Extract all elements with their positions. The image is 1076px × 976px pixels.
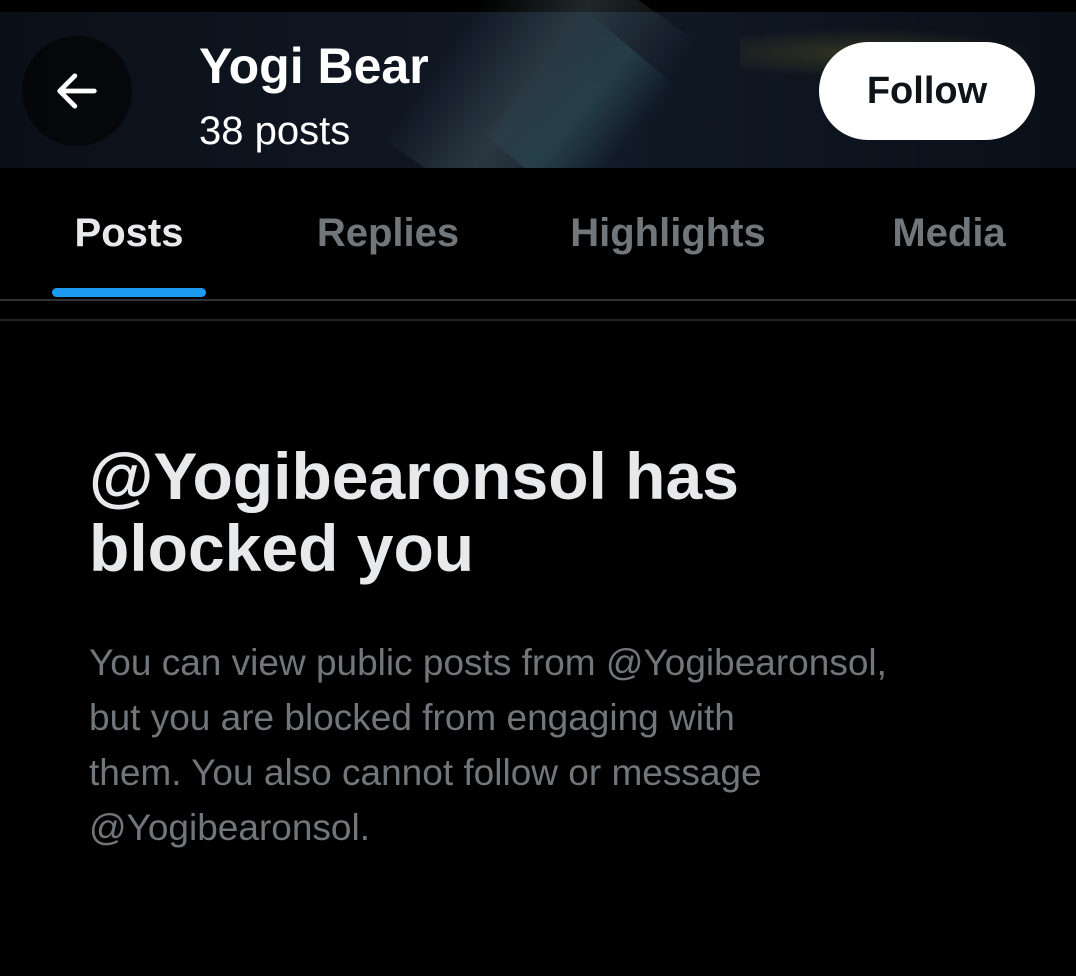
post-count: 38 posts xyxy=(199,109,351,153)
blocked-title: @Yogibearonsol has blocked you xyxy=(89,440,989,584)
tab-highlights[interactable]: Highlights xyxy=(560,168,776,299)
back-button[interactable] xyxy=(22,36,132,146)
profile-header: Yogi Bear 38 posts Follow xyxy=(0,0,1076,168)
blocked-description: You can view public posts from @Yogibear… xyxy=(89,635,1039,855)
profile-tabs: Posts Replies Highlights Media xyxy=(0,168,1076,301)
tab-media[interactable]: Media xyxy=(872,168,1026,299)
blocked-body-line4: @Yogibearonsol. xyxy=(89,807,371,848)
arrow-left-icon xyxy=(57,73,97,109)
blocked-title-line2: blocked you xyxy=(89,511,475,585)
blocked-body-line3: them. You also cannot follow or message xyxy=(89,752,762,793)
profile-name: Yogi Bear xyxy=(199,38,429,94)
blocked-body-line2: but you are blocked from engaging with xyxy=(89,697,735,738)
tab-replies[interactable]: Replies xyxy=(300,168,476,299)
profile-screen: Yogi Bear 38 posts Follow Posts Replies … xyxy=(0,0,1076,976)
tab-posts[interactable]: Posts xyxy=(52,168,206,299)
blocked-title-line1: @Yogibearonsol has xyxy=(89,439,739,513)
content-divider xyxy=(0,319,1076,321)
blocked-body-line1: You can view public posts from @Yogibear… xyxy=(89,642,887,683)
active-tab-indicator xyxy=(52,288,206,297)
follow-button[interactable]: Follow xyxy=(819,42,1035,140)
